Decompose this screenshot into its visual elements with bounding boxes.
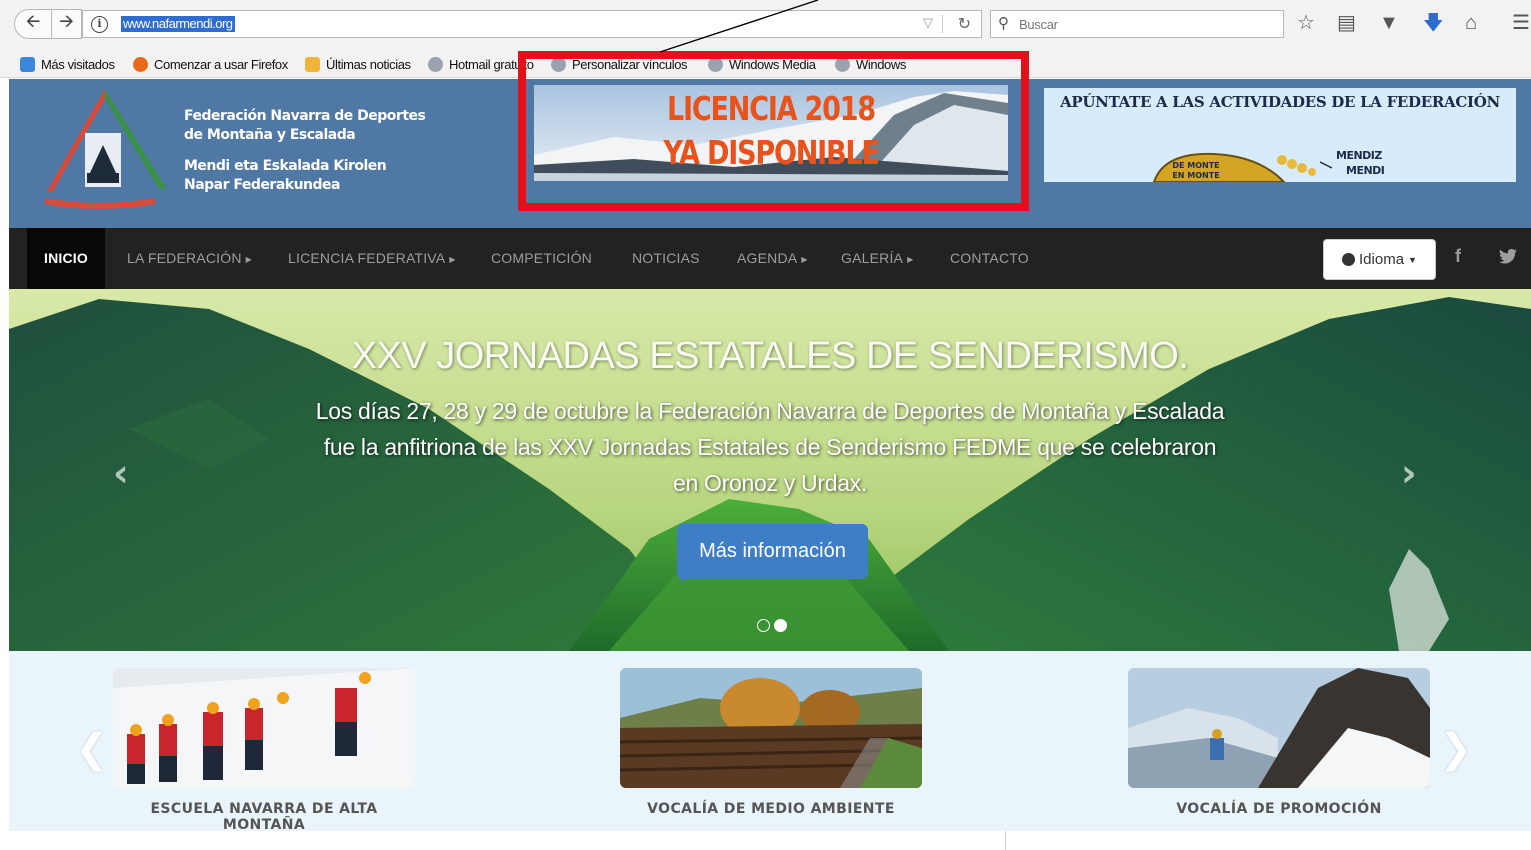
nav-item-licencia[interactable]: LICENCIA FEDERATIVA ▶ (288, 228, 456, 289)
info-icon[interactable]: i (91, 16, 108, 33)
more-info-button[interactable]: Más información (677, 524, 868, 579)
carousel-indicator[interactable] (757, 619, 770, 632)
nav-item-federacion[interactable]: LA FEDERACIÓN ▶ (127, 228, 252, 289)
annotation-highlight-box (518, 51, 1029, 211)
search-icon: ⚲ (998, 15, 1009, 32)
bookmark-label: Más visitados (41, 56, 115, 72)
rocky-summit-image (1128, 668, 1430, 788)
firefox-icon (133, 56, 148, 72)
bookmark-item[interactable]: Comenzar a usar Firefox (133, 55, 288, 73)
reading-list-icon[interactable]: ▤ (1337, 12, 1356, 34)
nav-item-galeria[interactable]: GALERÍA ▶ (841, 228, 913, 289)
actividades-sign-line2: EN MONTE (1172, 171, 1219, 180)
rss-icon (305, 56, 320, 72)
nav-item-agenda[interactable]: AGENDA ▶ (737, 228, 808, 289)
mendi-line: MENDI (1346, 164, 1385, 177)
nav-item-label: GALERÍA (841, 250, 904, 266)
caret-down-icon: ▼ (1408, 254, 1417, 265)
bookmark-item[interactable]: Más visitados (20, 55, 115, 73)
card-escuela[interactable]: ESCUELA NAVARRA DE ALTA MONTAÑA (113, 668, 415, 833)
mendiz-label: MENDIZ MENDI (1336, 148, 1385, 178)
facebook-icon[interactable]: f (1455, 246, 1461, 267)
mendiz-mendi-illustration: DE MONTE EN MONTE (1152, 152, 1333, 182)
home-icon[interactable]: ⌂ (1465, 12, 1477, 34)
org-name-line: Federación Navarra de Deportes (184, 108, 426, 124)
nav-item-noticias[interactable]: NOTICIAS (632, 228, 700, 289)
hero-title: XXV JORNADAS ESTATALES DE SENDERISMO. (351, 335, 1189, 377)
card-label: VOCALÍA DE MEDIO AMBIENTE (647, 801, 895, 817)
actividades-sign-line1: DE MONTE (1172, 161, 1219, 170)
footer-strip (9, 831, 1531, 850)
back-button[interactable]: 🡨 (14, 9, 52, 39)
caret-right-icon: ▶ (449, 254, 456, 264)
download-icon[interactable]: 🡇 (1423, 12, 1444, 34)
bookmark-folder-icon (20, 56, 35, 72)
language-dropdown-label: Idioma (1359, 251, 1405, 268)
sections-carousel: ❮ ESCUELA NAVARRA DE ALTA MONTAÑA VOCALÍ… (9, 651, 1531, 850)
nav-item-label: AGENDA (737, 250, 798, 266)
divider (1005, 831, 1006, 850)
menu-icon[interactable]: ☰ (1512, 12, 1530, 34)
carousel-prev-arrow-icon[interactable]: ‹ (113, 451, 129, 495)
hero-carousel: XXV JORNADAS ESTATALES DE SENDERISMO. Lo… (9, 289, 1531, 651)
carousel-indicator-active[interactable] (774, 619, 787, 632)
hero-description: Los días 27, 28 y 29 de octubre la Feder… (315, 398, 1225, 496)
nav-item-contacto[interactable]: CONTACTO (950, 228, 1029, 289)
main-navigation: INICIO LA FEDERACIÓN ▶ LICENCIA FEDERATIV… (9, 228, 1531, 289)
climbers-on-snow-image (113, 668, 415, 788)
sections-next-arrow-icon[interactable]: ❯ (1439, 726, 1473, 772)
language-dropdown[interactable]: Idioma ▼ (1323, 239, 1436, 280)
caret-right-icon: ▶ (245, 254, 252, 264)
card-label: ESCUELA NAVARRA DE ALTA MONTAÑA (150, 801, 378, 833)
bookmark-label: Comenzar a usar Firefox (154, 56, 288, 72)
carousel-next-arrow-icon[interactable]: › (1401, 451, 1417, 495)
federation-logo[interactable] (39, 85, 173, 211)
search-placeholder[interactable]: Buscar (1019, 17, 1058, 32)
twitter-icon[interactable] (1499, 249, 1517, 264)
caret-right-icon: ▶ (907, 254, 914, 264)
bookmark-star-icon[interactable]: ☆ (1297, 12, 1315, 34)
globe-icon (1342, 253, 1356, 266)
reload-icon[interactable]: ↻ (958, 14, 971, 34)
card-medio-ambiente[interactable]: VOCALÍA DE MEDIO AMBIENTE (620, 668, 922, 817)
forward-button[interactable]: 🡪 (52, 9, 82, 39)
org-name-basque: Mendi eta Eskalada Kirolen Napar Federak… (184, 157, 387, 195)
caret-right-icon: ▶ (801, 254, 808, 264)
globe-icon (428, 56, 443, 72)
nav-item-label: LA FEDERACIÓN (127, 250, 242, 266)
card-promocion[interactable]: VOCALÍA DE PROMOCIÓN (1128, 668, 1430, 817)
pocket-icon[interactable]: ▼ (1379, 12, 1399, 34)
url-text[interactable]: www.nafarmendi.org (121, 16, 235, 32)
org-name-line: Napar Federakundea (184, 177, 340, 193)
nav-item-inicio[interactable]: INICIO (27, 228, 105, 289)
nav-item-label: LICENCIA FEDERATIVA (288, 250, 446, 266)
card-label: VOCALÍA DE PROMOCIÓN (1176, 801, 1382, 817)
org-name-line: Mendi eta Eskalada Kirolen (184, 158, 387, 174)
bookmark-item[interactable]: Últimas noticias (305, 55, 411, 73)
forward-icon: 🡪 (59, 11, 74, 31)
url-separator (942, 15, 943, 33)
address-bar[interactable]: i www.nafarmendi.org ▽ ↻ (82, 10, 982, 38)
bookmark-label: Últimas noticias (326, 56, 411, 72)
url-dropdown-icon[interactable]: ▽ (923, 15, 933, 31)
autumn-field-image (620, 668, 922, 788)
search-bar[interactable]: ⚲ Buscar (990, 10, 1284, 38)
sections-prev-arrow-icon[interactable]: ❮ (75, 726, 109, 772)
browser-toolbar: 🡨 🡪 i www.nafarmendi.org ▽ ↻ ⚲ Buscar ☆ … (0, 0, 1531, 48)
actividades-banner[interactable]: APÚNTATE A LAS ACTIVIDADES DE LA FEDERAC… (1044, 88, 1516, 182)
org-name-spanish: Federación Navarra de Deportes de Montañ… (184, 107, 426, 145)
back-icon: 🡨 (25, 11, 41, 31)
nav-item-competicion[interactable]: COMPETICIÓN (491, 228, 592, 289)
org-name-line: de Montaña y Escalada (184, 127, 356, 143)
mendiz-line: MENDIZ (1336, 149, 1382, 162)
